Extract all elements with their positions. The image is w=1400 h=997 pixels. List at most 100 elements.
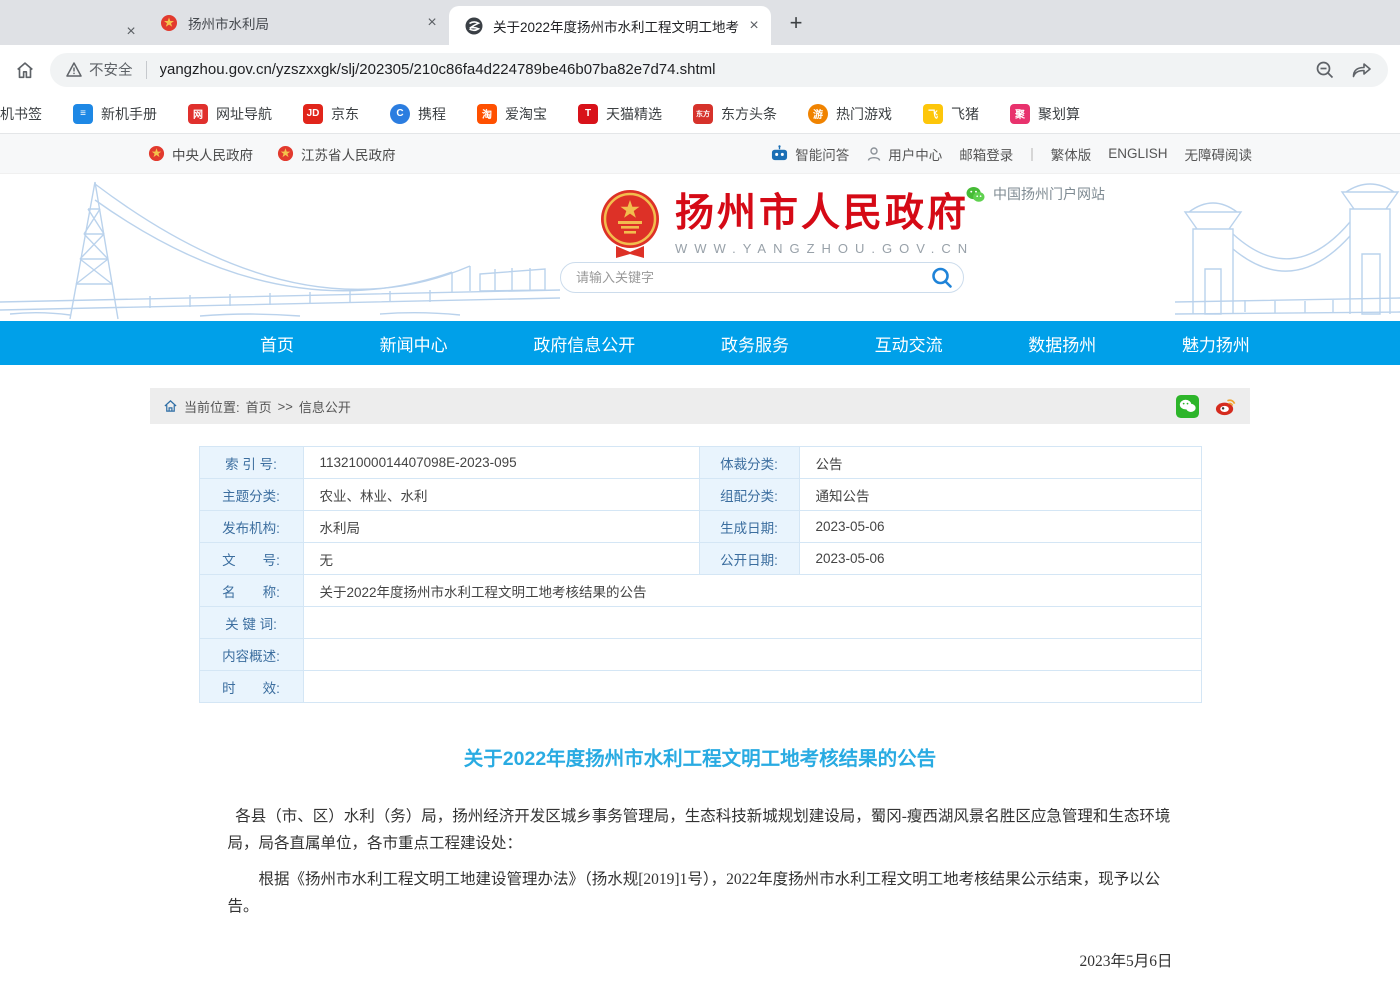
meta-value: 关于2022年度扬州市水利工程文明工地考核结果的公告 <box>303 575 1201 607</box>
bookmark-label: 聚划算 <box>1038 104 1080 124</box>
tab-title: 扬州市水利局 <box>188 13 419 33</box>
ctrip-icon: C <box>390 104 410 124</box>
security-label: 不安全 <box>89 59 133 80</box>
meta-label: 内容概述: <box>199 639 303 671</box>
meta-value <box>303 639 1201 671</box>
national-emblem-favicon <box>160 14 178 32</box>
user-center-link[interactable]: 用户中心 <box>866 144 942 164</box>
meta-label: 关 键 词: <box>199 607 303 639</box>
article-paragraph: 各县（市、区）水利（务）局，扬州经济开发区城乡事务管理局，生态科技新城规划建设局… <box>228 803 1173 857</box>
tool-label: 用户中心 <box>888 144 942 164</box>
nav-home[interactable]: 首页 <box>260 331 294 356</box>
weibo-share-icon[interactable] <box>1214 395 1237 418</box>
link-jiangsu-gov[interactable]: 江苏省人民政府 <box>277 144 396 164</box>
breadcrumb-prefix: 当前位置: <box>184 397 240 416</box>
portal-link[interactable]: 中国扬州门户网站 <box>966 184 1105 204</box>
nav-gov-info[interactable]: 政府信息公开 <box>533 331 635 356</box>
english-link[interactable]: ENGLISH <box>1108 146 1167 161</box>
games-icon: 游 <box>808 104 828 124</box>
new-tab-button[interactable]: + <box>781 8 811 38</box>
meta-label: 名 称: <box>199 575 303 607</box>
search-icon[interactable] <box>929 265 955 291</box>
nav-site-icon: 网 <box>188 104 208 124</box>
nav-services[interactable]: 政务服务 <box>721 331 789 356</box>
bookmark-label: 新机手册 <box>101 104 157 124</box>
bookmark-item[interactable]: 机书签 <box>0 104 42 124</box>
bookmark-item[interactable]: 网网址导航 <box>188 104 272 124</box>
breadcrumb-current[interactable]: 信息公开 <box>299 397 351 416</box>
mail-login-link[interactable]: 邮箱登录 <box>959 144 1013 164</box>
warning-icon <box>66 62 82 77</box>
bookmark-item[interactable]: C携程 <box>390 104 446 124</box>
site-name: 扬州市人民政府 <box>675 194 974 235</box>
meta-label: 发布机构: <box>199 511 303 543</box>
zoom-out-icon[interactable] <box>1315 60 1335 80</box>
meta-value <box>303 671 1201 703</box>
bookmark-item[interactable]: 东方东方头条 <box>693 104 777 124</box>
home-icon[interactable] <box>163 399 178 413</box>
jd-icon: JD <box>303 104 323 124</box>
fliggy-icon: 飞 <box>923 104 943 124</box>
meta-label: 时 效: <box>199 671 303 703</box>
bookmark-item[interactable]: 飞飞猪 <box>923 104 979 124</box>
bookmarks-bar: 机书签 ≡新机手册 网网址导航 JD 京东 C携程 淘爱淘宝 T天猫精选 东方东方… <box>0 94 1400 134</box>
meta-value: 水利局 <box>303 511 699 543</box>
national-emblem-icon <box>148 145 165 162</box>
bridge-sketch-right <box>1175 174 1400 321</box>
document-meta-table: 索 引 号: 11321000014407098E-2023-095 体裁分类:… <box>199 446 1202 703</box>
tab-partial[interactable] <box>0 0 118 45</box>
meta-label: 组配分类: <box>699 479 799 511</box>
site-favicon <box>465 17 483 35</box>
meta-value: 公告 <box>799 447 1201 479</box>
bookmark-item[interactable]: 聚聚划算 <box>1010 104 1080 124</box>
table-row: 关 键 词: <box>199 607 1201 639</box>
nav-data[interactable]: 数据扬州 <box>1028 331 1096 356</box>
bookmark-label: 爱淘宝 <box>505 104 547 124</box>
site-banner: 扬州市人民政府 WWW.YANGZHOU.GOV.CN 中国扬州门户网站 <box>0 174 1400 321</box>
nav-news[interactable]: 新闻中心 <box>380 331 448 356</box>
tab-close-icon[interactable]: × <box>118 19 144 45</box>
national-emblem-icon <box>277 145 294 162</box>
nav-interaction[interactable]: 互动交流 <box>875 331 943 356</box>
nav-charm[interactable]: 魅力扬州 <box>1182 331 1250 356</box>
table-row: 内容概述: <box>199 639 1201 671</box>
address-bar[interactable]: 不安全 yangzhou.gov.cn/yzszxxgk/slj/202305/… <box>50 53 1388 87</box>
tab-active-announcement[interactable]: 关于2022年度扬州市水利工程文明工地考 × <box>449 6 771 45</box>
browser-toolbar: 不安全 yangzhou.gov.cn/yzszxxgk/slj/202305/… <box>0 45 1400 94</box>
browser-tab-strip: × 扬州市水利局 × 关于2022年度扬州市水利工程文明工地考 × + <box>0 0 1400 45</box>
site-search[interactable] <box>560 262 964 293</box>
traditional-chinese-link[interactable]: 繁体版 <box>1051 144 1092 164</box>
bookmark-item[interactable]: T天猫精选 <box>578 104 662 124</box>
bookmark-item[interactable]: 淘爱淘宝 <box>477 104 547 124</box>
security-indicator[interactable]: 不安全 <box>66 59 133 80</box>
tab-close-icon[interactable]: × <box>741 13 767 39</box>
breadcrumb: 当前位置: 首页 >> 信息公开 <box>150 388 1250 424</box>
breadcrumb-home[interactable]: 首页 <box>246 397 272 416</box>
tmall-icon: T <box>578 104 598 124</box>
smart-qa-link[interactable]: 智能问答 <box>770 144 849 164</box>
topbar-divider: | <box>1030 146 1034 161</box>
url-text[interactable]: yangzhou.gov.cn/yzszxxgk/slj/202305/210c… <box>160 61 1304 78</box>
search-input[interactable] <box>576 270 929 285</box>
bookmark-item[interactable]: 游热门游戏 <box>808 104 892 124</box>
bookmark-item[interactable]: JD 京东 <box>303 104 359 124</box>
bookmark-item[interactable]: ≡新机手册 <box>73 104 157 124</box>
breadcrumb-sep: >> <box>278 399 293 414</box>
portal-label: 中国扬州门户网站 <box>993 184 1105 204</box>
bookmark-label: 机书签 <box>0 104 42 124</box>
bookmark-label: 京东 <box>331 104 359 124</box>
bridge-sketch-left <box>0 174 560 321</box>
site-domain: WWW.YANGZHOU.GOV.CN <box>675 241 974 256</box>
juhuasuan-icon: 聚 <box>1010 104 1030 124</box>
article-paragraph: 根据《扬州市水利工程文明工地建设管理办法》（扬水规[2019]1号），2022年… <box>228 866 1173 920</box>
link-central-gov[interactable]: 中央人民政府 <box>148 144 253 164</box>
wechat-share-icon[interactable] <box>1176 395 1199 418</box>
home-icon[interactable] <box>10 55 40 85</box>
site-logo[interactable]: 扬州市人民政府 WWW.YANGZHOU.GOV.CN <box>598 188 974 262</box>
tab-close-icon[interactable]: × <box>419 10 445 36</box>
gov-topbar: 中央人民政府 江苏省人民政府 智能问答 <box>0 134 1400 174</box>
accessibility-link[interactable]: 无障碍阅读 <box>1185 144 1253 164</box>
tab-yangzhou-water-bureau[interactable]: 扬州市水利局 × <box>144 0 449 45</box>
share-icon[interactable] <box>1351 60 1372 80</box>
meta-label: 文 号: <box>199 543 303 575</box>
